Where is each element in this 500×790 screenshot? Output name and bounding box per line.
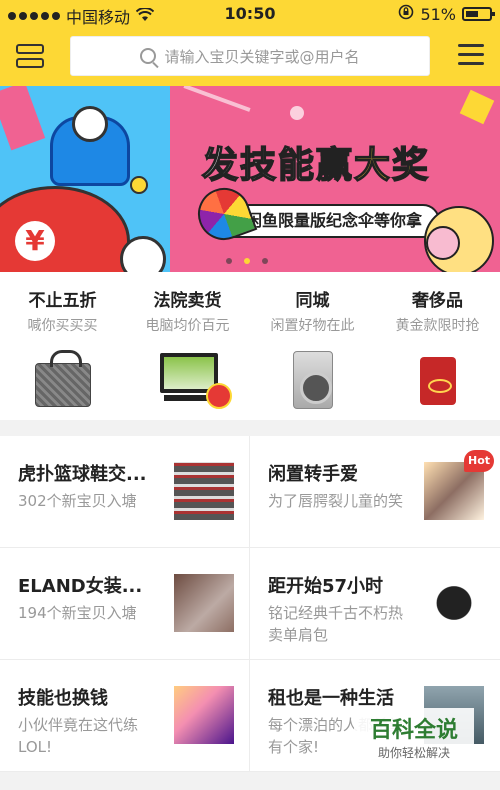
menu-icon[interactable] <box>458 44 484 66</box>
category-local[interactable]: 同城 闲置好物在此 <box>250 272 375 420</box>
topic-card[interactable]: 虎扑篮球鞋交... 302个新宝贝入塘 <box>0 436 250 548</box>
category-title: 同城 <box>295 291 330 311</box>
category-subtitle: 喊你买买买 <box>27 318 98 334</box>
computer-image <box>156 347 232 411</box>
topic-subtitle: 铭记经典千古不朽热卖单肩包 <box>268 604 404 644</box>
watermark-subtitle: 助你轻松解决 <box>377 746 450 760</box>
banner-right-art: 发技能赢大奖 闲鱼限量版纪念伞等你拿 <box>170 86 500 272</box>
hot-badge: Hot <box>464 450 494 472</box>
banner-title: 发技能赢大奖 <box>201 136 431 188</box>
topic-card[interactable]: ELAND女装... 194个新宝贝入塘 <box>0 548 250 660</box>
promo-banner[interactable]: ¥ 发技能赢大奖 闲鱼限量版纪念伞等你拿 <box>0 86 500 272</box>
category-subtitle: 黄金款限时抢 <box>395 318 480 334</box>
battery-icon <box>462 7 495 21</box>
search-icon <box>140 48 157 64</box>
topic-card[interactable]: 闲置转手爱 为了唇腭裂儿童的笑 Hot <box>250 436 500 548</box>
topic-subtitle: 为了唇腭裂儿童的笑 <box>268 492 404 510</box>
banner-title-part2: 赢大奖 <box>315 144 431 187</box>
washing-machine-image <box>281 347 345 411</box>
category-row: 不止五折 喊你买买买 法院卖货 电脑均价百元 同城 闲置好物在此 奢侈品 黄金款… <box>0 272 500 420</box>
category-discount[interactable]: 不止五折 喊你买买买 <box>0 272 125 420</box>
topic-title: 虎扑篮球鞋交... <box>18 464 147 485</box>
rotation-lock-icon <box>398 4 414 24</box>
status-bar: 中国移动 10:50 51% <box>0 0 500 28</box>
watermark-title: 百科全说 <box>369 718 458 743</box>
carousel-dot <box>262 258 268 264</box>
banner-title-part1: 发技能 <box>201 144 317 187</box>
topic-subtitle: 小伙伴竟在这代练LOL! <box>18 716 139 756</box>
category-subtitle: 闲置好物在此 <box>270 318 355 334</box>
clothing-thumbnail <box>174 574 234 632</box>
topic-title: 租也是一种生活 <box>268 688 394 709</box>
carousel-dot-active <box>244 258 250 264</box>
category-title: 奢侈品 <box>412 291 463 311</box>
category-luxury[interactable]: 奢侈品 黄金款限时抢 <box>375 272 500 420</box>
topic-subtitle: 194个新宝贝入塘 <box>18 604 137 622</box>
category-court-sale[interactable]: 法院卖货 电脑均价百元 <box>125 272 250 420</box>
topic-card[interactable]: 技能也换钱 小伙伴竟在这代练LOL! <box>0 660 250 772</box>
wallet-thumbnail <box>424 574 484 632</box>
category-subtitle: 电脑均价百元 <box>145 318 230 334</box>
topic-title: 闲置转手爱 <box>268 464 358 485</box>
yen-symbol: ¥ <box>15 221 55 261</box>
category-title: 法院卖货 <box>153 291 222 311</box>
nav-bar: 请输入宝贝关键字或@用户名 <box>0 28 500 86</box>
status-right: 51% <box>398 4 495 24</box>
banner-left-art: ¥ <box>0 86 170 272</box>
search-placeholder: 请输入宝贝关键字或@用户名 <box>164 47 360 66</box>
sneakers-thumbnail <box>174 462 234 520</box>
category-title: 不止五折 <box>28 291 97 311</box>
battery-percent: 51% <box>420 4 456 24</box>
topic-subtitle: 302个新宝贝入塘 <box>18 492 137 510</box>
game-thumbnail <box>174 686 234 744</box>
topic-title: 技能也换钱 <box>18 688 108 709</box>
watermark: 百科全说 助你轻松解决 <box>354 708 474 764</box>
jewelry-box-image <box>406 347 470 411</box>
topic-title: 距开始57小时 <box>268 576 384 597</box>
search-box[interactable]: 请输入宝贝关键字或@用户名 <box>70 36 430 76</box>
topic-title: ELAND女装... <box>18 576 143 597</box>
handbag-image <box>31 347 95 411</box>
carousel-dot <box>226 258 232 264</box>
carousel-indicator <box>226 258 268 264</box>
topic-card[interactable]: 距开始57小时 铭记经典千古不朽热卖单肩包 <box>250 548 500 660</box>
scan-icon[interactable] <box>16 44 44 70</box>
